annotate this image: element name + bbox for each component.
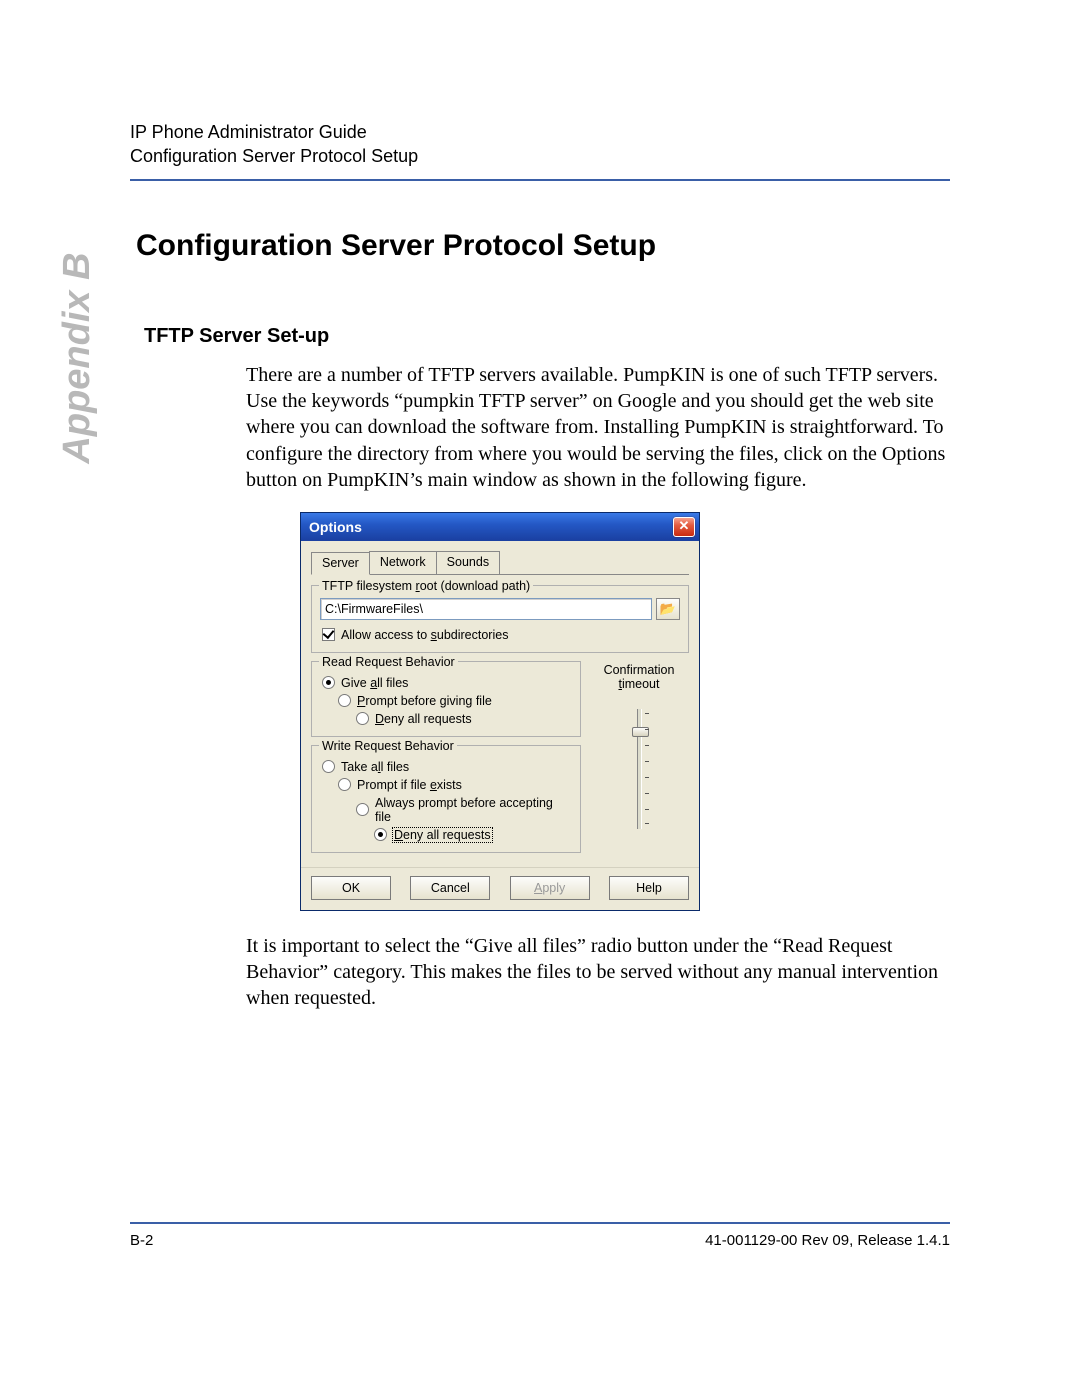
read-opt-prompt[interactable]: Prompt before giving file bbox=[320, 692, 572, 710]
write-opt-take-all[interactable]: Take all files bbox=[320, 758, 572, 776]
read-opt-deny[interactable]: Deny all requests bbox=[320, 710, 572, 728]
document-revision: 41-001129-00 Rev 09, Release 1.4.1 bbox=[705, 1232, 950, 1249]
radio-icon bbox=[338, 694, 351, 707]
radio-label: Prompt before giving file bbox=[357, 694, 492, 708]
help-button[interactable]: Help bbox=[609, 876, 689, 900]
dialog-button-row: OK Cancel Apply Help bbox=[301, 867, 699, 910]
radio-label: Prompt if file exists bbox=[357, 778, 462, 792]
radio-label: Deny all requests bbox=[375, 712, 472, 726]
tab-sounds[interactable]: Sounds bbox=[436, 551, 500, 574]
footer-divider bbox=[130, 1222, 950, 1224]
paragraph-2: It is important to select the “Give all … bbox=[130, 933, 950, 1012]
confirmation-timeout-panel: Confirmation timeout bbox=[589, 661, 689, 861]
radio-icon bbox=[356, 712, 369, 725]
browse-folder-icon[interactable]: 📂 bbox=[656, 598, 680, 620]
section-subheading: TFTP Server Set-up bbox=[144, 325, 950, 348]
radio-label: Give all files bbox=[341, 676, 408, 690]
radio-label: Always prompt before accepting file bbox=[375, 796, 572, 824]
root-path-input[interactable]: C:\FirmwareFiles\ bbox=[320, 598, 652, 620]
header-line-1: IP Phone Administrator Guide bbox=[130, 120, 950, 144]
header-line-2: Configuration Server Protocol Setup bbox=[130, 144, 950, 168]
slider-track-icon bbox=[637, 709, 642, 829]
page-footer: B-2 41-001129-00 Rev 09, Release 1.4.1 bbox=[130, 1222, 950, 1249]
fieldset-write-behavior: Write Request Behavior Take all files Pr… bbox=[311, 745, 581, 853]
write-opt-always-prompt[interactable]: Always prompt before accepting file bbox=[320, 794, 572, 826]
cancel-button[interactable]: Cancel bbox=[410, 876, 490, 900]
confirmation-label-2: timeout bbox=[589, 677, 689, 691]
radio-icon bbox=[374, 828, 387, 841]
confirmation-label-1: Confirmation bbox=[589, 663, 689, 677]
radio-icon bbox=[356, 803, 369, 816]
page-title: Configuration Server Protocol Setup bbox=[136, 229, 950, 263]
timeout-slider[interactable] bbox=[589, 709, 689, 829]
read-legend: Read Request Behavior bbox=[319, 655, 458, 669]
write-legend: Write Request Behavior bbox=[319, 739, 457, 753]
fieldset-read-behavior: Read Request Behavior Give all files Pro… bbox=[311, 661, 581, 737]
dialog-titlebar[interactable]: Options ✕ bbox=[301, 513, 699, 541]
checkbox-icon bbox=[322, 628, 335, 641]
radio-icon bbox=[322, 760, 335, 773]
options-dialog: Options ✕ Server Network Sounds TFTP fil… bbox=[300, 512, 700, 911]
apply-button[interactable]: Apply bbox=[510, 876, 590, 900]
radio-icon bbox=[338, 778, 351, 791]
appendix-label: Appendix B bbox=[56, 252, 99, 463]
fieldset-root-path: TFTP filesystem root (download path) C:\… bbox=[311, 585, 689, 653]
close-icon[interactable]: ✕ bbox=[673, 517, 695, 537]
dialog-title: Options bbox=[309, 519, 362, 535]
page-number: B-2 bbox=[130, 1232, 153, 1249]
radio-icon bbox=[322, 676, 335, 689]
dialog-figure: Options ✕ Server Network Sounds TFTP fil… bbox=[130, 512, 950, 911]
ok-button[interactable]: OK bbox=[311, 876, 391, 900]
fieldset-root-legend: TFTP filesystem root (download path) bbox=[319, 579, 533, 593]
allow-subdirs-checkbox[interactable]: Allow access to subdirectories bbox=[320, 626, 680, 644]
allow-subdirs-label: Allow access to subdirectories bbox=[341, 628, 508, 642]
paragraph-1: There are a number of TFTP servers avail… bbox=[130, 362, 950, 494]
radio-label: Deny all requests bbox=[393, 828, 492, 842]
radio-label: Take all files bbox=[341, 760, 409, 774]
write-opt-deny[interactable]: Deny all requests bbox=[320, 826, 572, 844]
tab-server[interactable]: Server bbox=[311, 552, 370, 575]
document-page: IP Phone Administrator Guide Configurati… bbox=[0, 0, 1080, 1397]
write-opt-prompt-exists[interactable]: Prompt if file exists bbox=[320, 776, 572, 794]
read-opt-give-all[interactable]: Give all files bbox=[320, 674, 572, 692]
tab-network[interactable]: Network bbox=[369, 551, 437, 574]
dialog-body: Server Network Sounds TFTP filesystem ro… bbox=[301, 541, 699, 867]
tab-strip: Server Network Sounds bbox=[311, 551, 689, 575]
page-header: IP Phone Administrator Guide Configurati… bbox=[130, 120, 950, 169]
header-divider bbox=[130, 179, 950, 181]
